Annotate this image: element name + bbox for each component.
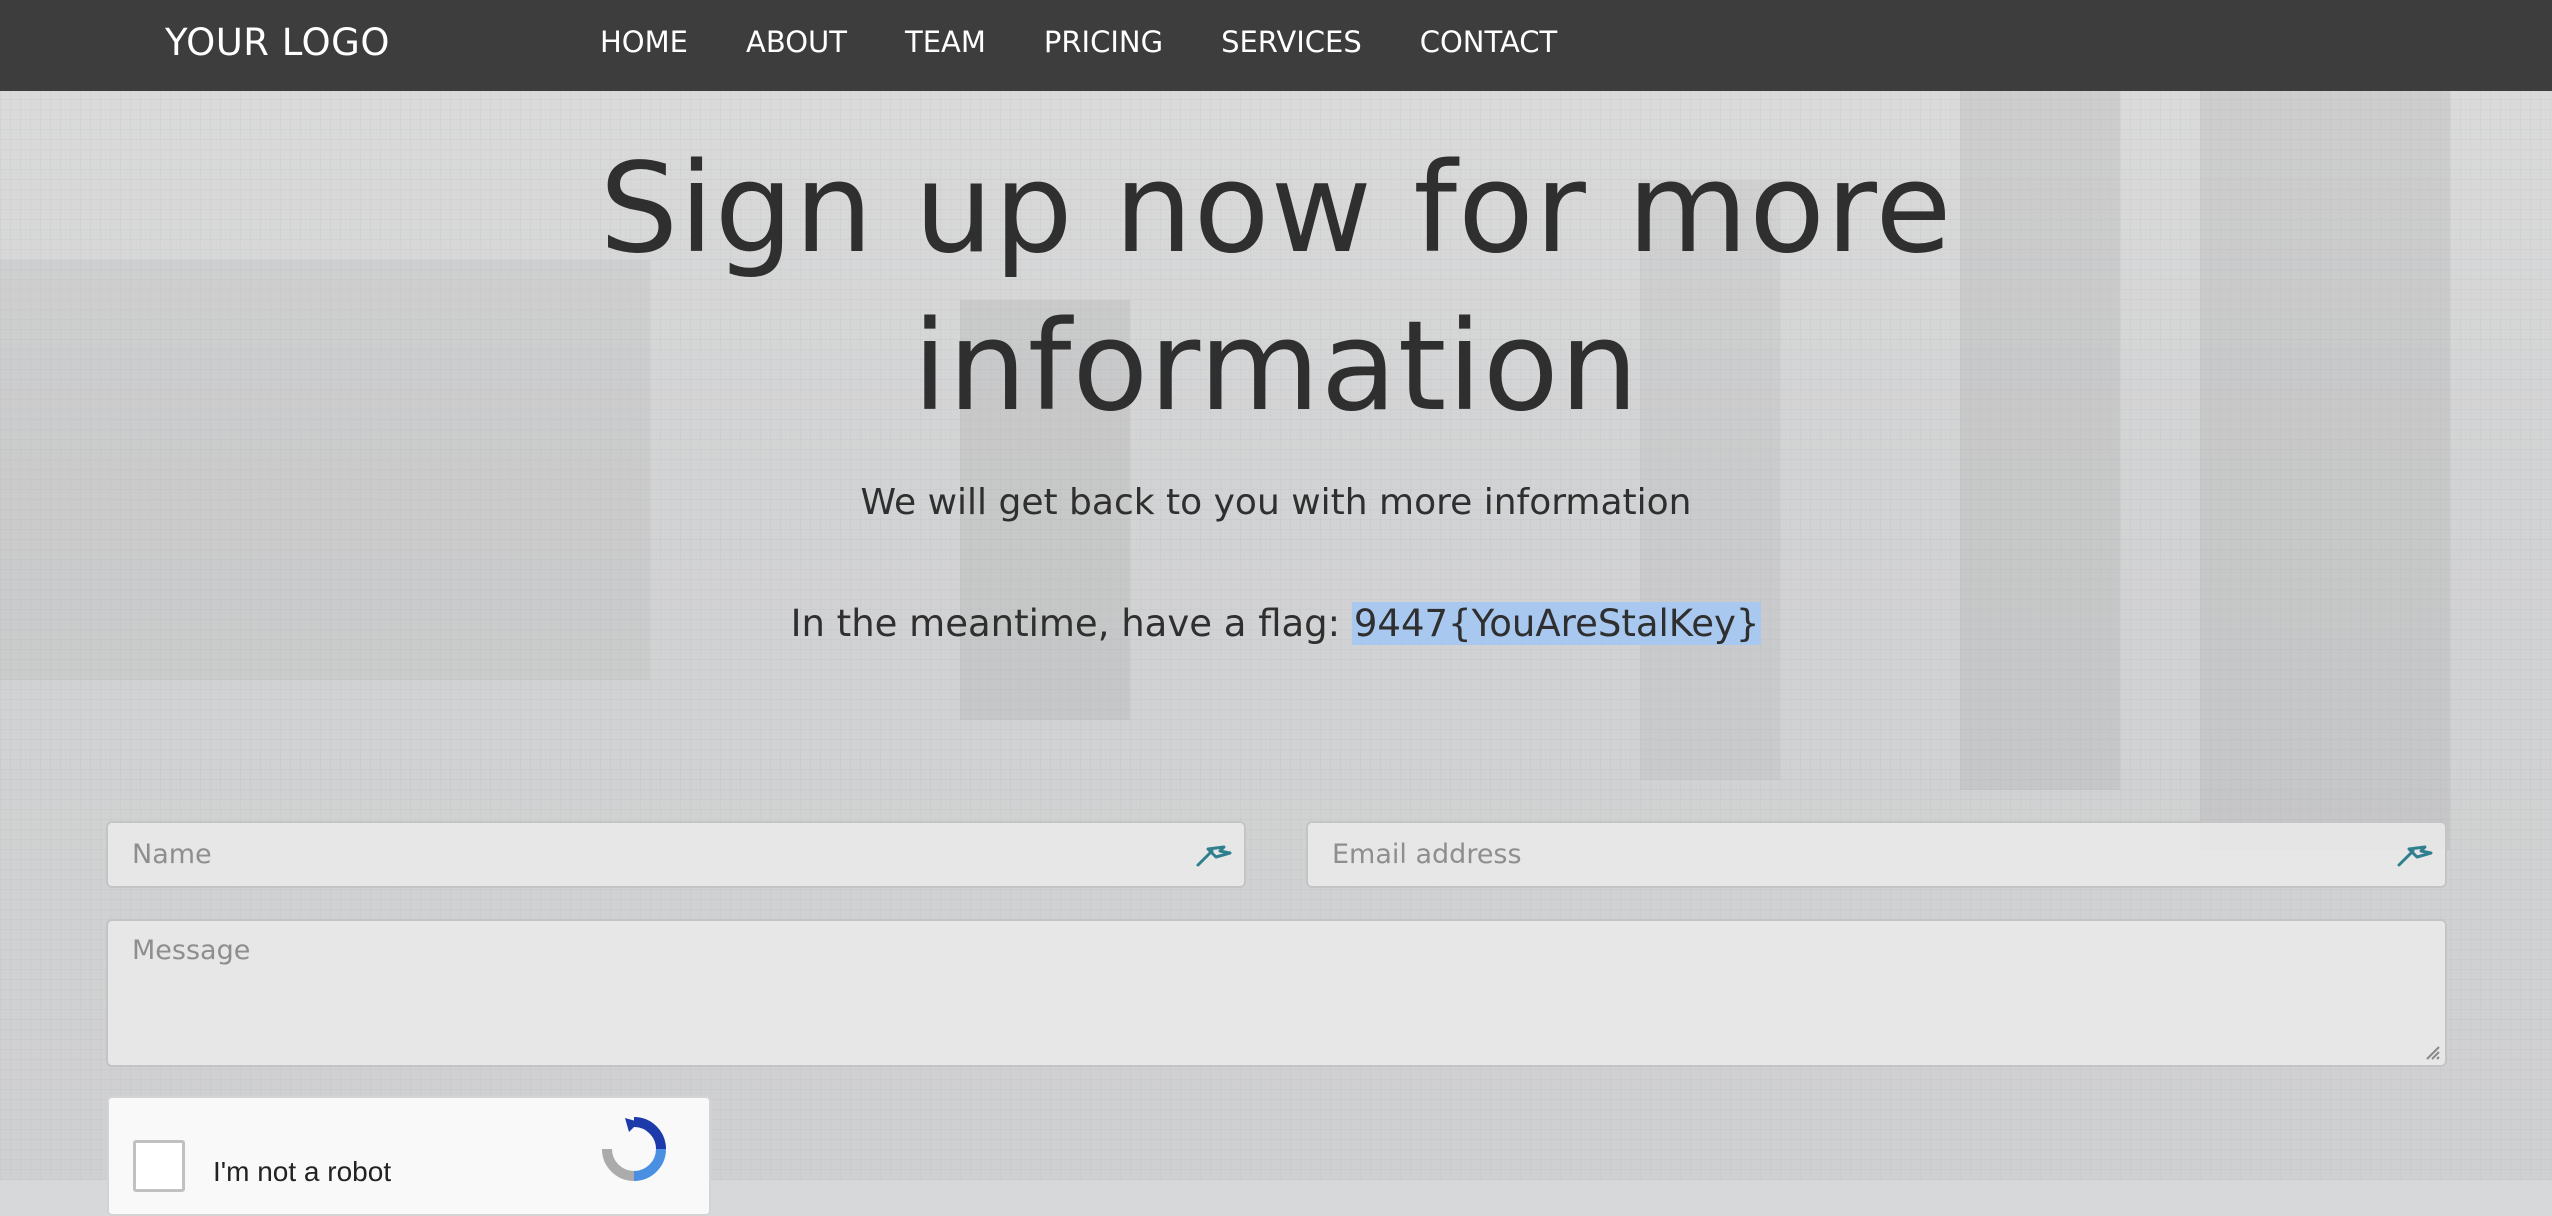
nav-item-pricing[interactable]: PRICING <box>1044 22 1163 62</box>
nav-item-about[interactable]: ABOUT <box>746 22 847 62</box>
name-field <box>106 821 1246 888</box>
email-input[interactable] <box>1308 823 2445 886</box>
password-manager-key-icon[interactable] <box>2395 837 2435 869</box>
recaptcha-label: I'm not a robot <box>213 1156 392 1187</box>
password-manager-key-icon[interactable] <box>1194 837 1234 869</box>
nav-item-contact[interactable]: CONTACT <box>1420 22 1558 62</box>
nav-item-team[interactable]: TEAM <box>905 22 986 62</box>
flag-line: In the meantime, have a flag: 9447{YouAr… <box>0 602 2552 645</box>
name-input[interactable] <box>108 823 1244 886</box>
recaptcha-logo-icon <box>602 1117 666 1181</box>
nav-item-services[interactable]: SERVICES <box>1221 22 1362 62</box>
message-input[interactable] <box>108 921 2445 1065</box>
recaptcha-checkbox[interactable] <box>133 1140 185 1192</box>
message-field <box>106 919 2447 1067</box>
title-line-2: information <box>912 295 1640 439</box>
top-navbar: YOUR LOGO HOME ABOUT TEAM PRICING SERVIC… <box>0 0 2552 91</box>
recaptcha-widget: I'm not a robot <box>107 1096 711 1216</box>
flag-value-selected[interactable]: 9447{YouAreStalKey} <box>1351 602 1762 645</box>
resize-grip-icon[interactable] <box>2421 1041 2441 1061</box>
nav-item-home[interactable]: HOME <box>600 22 688 62</box>
email-field <box>1306 821 2447 888</box>
hero-section: Sign up now for more information We will… <box>0 130 2552 645</box>
flag-prefix: In the meantime, have a flag: <box>790 602 1352 645</box>
site-logo[interactable]: YOUR LOGO <box>165 20 390 66</box>
page-title: Sign up now for more information <box>0 130 2552 446</box>
title-line-1: Sign up now for more <box>599 137 1953 281</box>
nav-menu: HOME ABOUT TEAM PRICING SERVICES CONTACT <box>600 22 1557 62</box>
hero-subtitle: We will get back to you with more inform… <box>860 482 1692 523</box>
